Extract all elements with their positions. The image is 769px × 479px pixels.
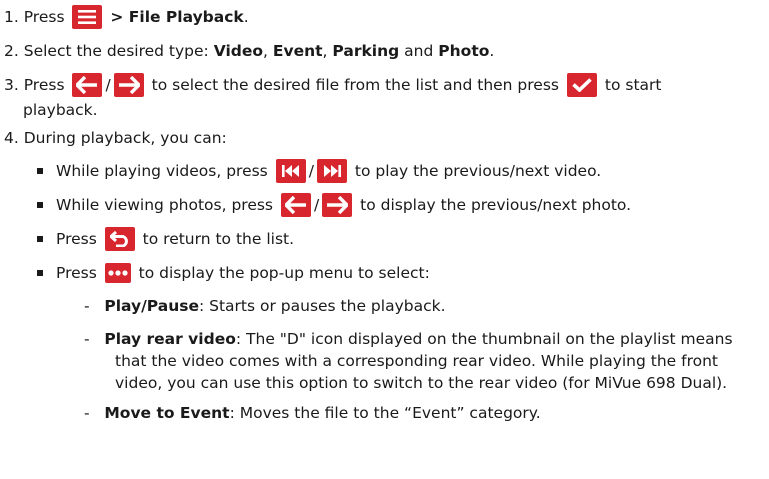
step-text: Select the desired type: <box>23 42 209 60</box>
skip-previous-icon <box>275 159 306 183</box>
step-text: Press <box>23 76 65 94</box>
bullet-item-return: Press to return to the list. <box>56 227 294 251</box>
option-description: : Starts or pauses the playback. <box>198 297 446 315</box>
option-term: Move to Event <box>104 404 230 422</box>
option-description: : Moves the file to the “Event” category… <box>229 404 541 422</box>
return-icon <box>104 227 135 251</box>
type-parking: Parking <box>332 42 400 60</box>
step-2: 2. Select the desired type: Video, Event… <box>4 39 494 63</box>
step-3-continued: playback. <box>23 101 98 119</box>
bullet-marker <box>37 236 43 242</box>
menu-path: > File Playback <box>110 8 244 26</box>
option-term: Play/Pause <box>104 297 199 315</box>
option-description-line-3: video, you can use this option to switch… <box>115 374 728 392</box>
step-number: 4. <box>4 129 19 147</box>
step-number: 2. <box>4 42 19 60</box>
option-description-line-2: that the video comes with a correspondin… <box>115 352 719 370</box>
step-3: 3. Press / to select the desired file fr… <box>4 73 661 97</box>
menu-option-move-to-event: - Move to Event: Moves the file to the “… <box>84 401 541 425</box>
dash-marker: - <box>84 330 105 348</box>
menu-option-play-rear-video: - Play rear video: The "D" icon displaye… <box>84 327 733 351</box>
step-4: 4. During playback, you can: <box>4 126 227 150</box>
arrow-right-icon <box>322 193 353 217</box>
bullet-marker <box>37 270 43 276</box>
step-number: 3. <box>4 76 19 94</box>
menu-option-play-pause: - Play/Pause: Starts or pauses the playb… <box>84 294 446 318</box>
step-text: Press <box>23 8 65 26</box>
bullet-marker <box>37 168 43 174</box>
hamburger-menu-icon <box>72 5 103 29</box>
bullet-item-previous-next-photo: While viewing photos, press / to display… <box>56 193 631 217</box>
type-photo: Photo <box>438 42 490 60</box>
dash-marker: - <box>84 297 105 315</box>
step-number: 1. <box>4 8 19 26</box>
arrow-left-icon <box>72 73 103 97</box>
arrow-left-icon <box>280 193 311 217</box>
step-1: 1. Press > File Playback. <box>4 5 249 29</box>
dash-marker: - <box>84 404 105 422</box>
step-text: During playback, you can: <box>23 129 227 147</box>
type-video: Video <box>213 42 264 60</box>
arrow-right-icon <box>113 73 144 97</box>
more-options-icon <box>104 263 131 283</box>
skip-next-icon <box>316 159 347 183</box>
type-event: Event <box>272 42 323 60</box>
option-description: : The "D" icon displayed on the thumbnai… <box>235 330 733 348</box>
option-term: Play rear video <box>104 330 236 348</box>
bullet-item-popup-menu: Press to display the pop-up menu to sele… <box>56 263 430 283</box>
checkmark-icon <box>566 73 597 97</box>
bullet-marker <box>37 202 43 208</box>
bullet-item-previous-next-video: While playing videos, press / to play th… <box>56 159 601 183</box>
